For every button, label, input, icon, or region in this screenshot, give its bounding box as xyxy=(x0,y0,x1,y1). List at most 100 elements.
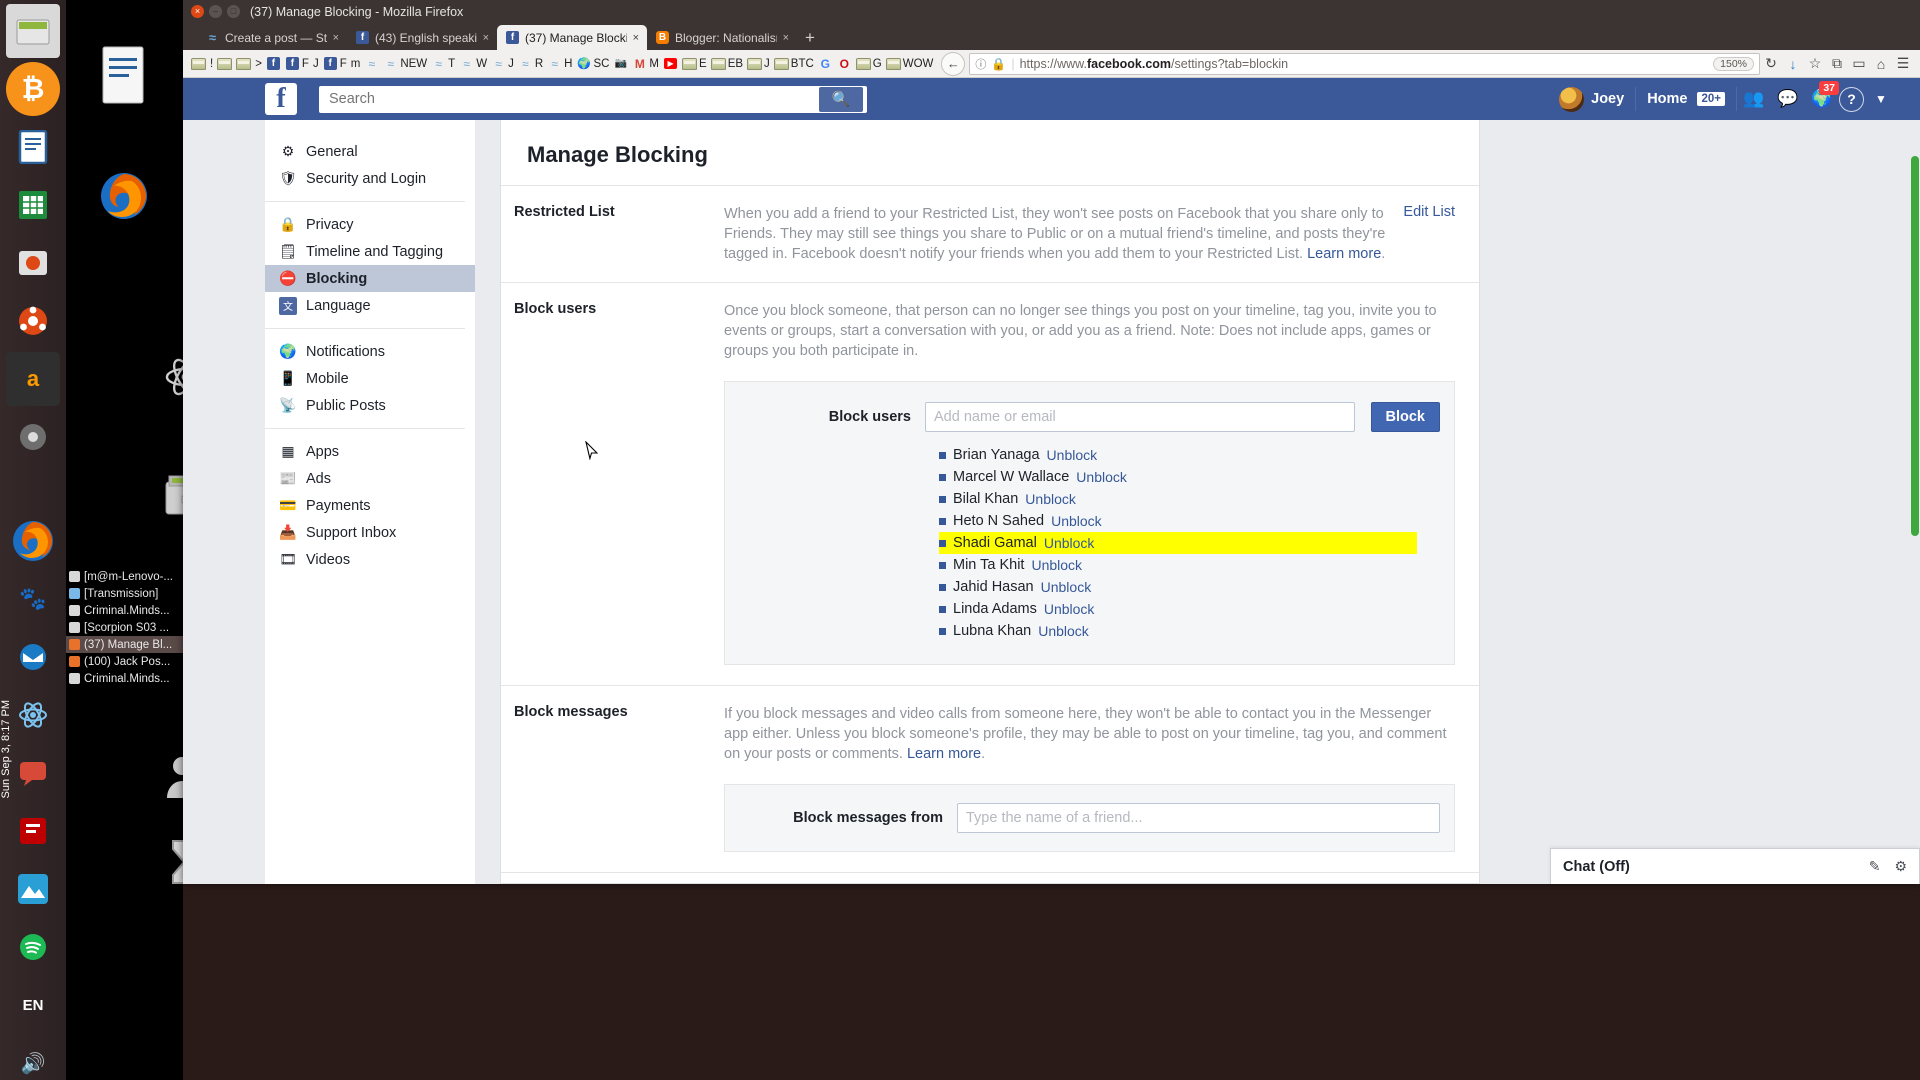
bookmark-18[interactable]: 📷 xyxy=(611,57,630,70)
bookmark-7[interactable]: J xyxy=(311,58,321,70)
bookmark-11[interactable]: ≈ NEW xyxy=(381,57,429,71)
bookmark-28[interactable]: WOW xyxy=(884,57,936,70)
bookmark-5[interactable]: f xyxy=(264,57,283,70)
url-bar[interactable]: ⓘ 🔒 | https://www.facebook.com/settings?… xyxy=(969,52,1760,75)
sidebar-item-language[interactable]: 文 Language xyxy=(265,292,475,319)
bookmark-star-icon[interactable]: ☆ xyxy=(1804,53,1826,75)
bookmark-6[interactable]: fF xyxy=(283,57,311,70)
unblock-link[interactable]: Unblock xyxy=(1047,447,1098,463)
launcher-item-ubuntu-icon[interactable] xyxy=(6,294,60,348)
back-button[interactable]: ← xyxy=(941,51,966,76)
taskbar-item-0[interactable]: [m@m-Lenovo-... xyxy=(66,568,183,585)
bookmark-and-nav-bar[interactable]: ! > f f F Jf Fm ≈ ≈ NEW ≈ T ≈ W ≈ J ≈ R ≈ H 🌍 SC 📷 M M ▶ E EB J BTC G O… xyxy=(183,50,1920,78)
bookmark-1[interactable]: ! xyxy=(208,58,215,70)
save-to-pocket-icon[interactable]: ⧉ xyxy=(1826,53,1848,75)
friend-requests-icon[interactable]: 👥 xyxy=(1737,86,1771,113)
tab-1[interactable]: f (43) English speaking c × xyxy=(347,25,497,50)
downloads-button[interactable]: ↓ xyxy=(1782,53,1804,75)
bookmark-12[interactable]: ≈ T xyxy=(429,57,457,71)
settings-sidebar[interactable]: ⚙ General 🛡 Security and Login 🔒 Privacy 🗒 Time… xyxy=(265,120,475,884)
unblock-link[interactable]: Unblock xyxy=(1044,535,1095,551)
bookmark-14[interactable]: ≈ J xyxy=(489,57,516,71)
tab-close-icon[interactable]: × xyxy=(783,32,789,44)
taskbar-item-6[interactable]: Criminal.Minds... xyxy=(66,670,183,687)
home-link[interactable]: Home 20+ xyxy=(1636,91,1736,107)
gear-icon[interactable]: ⚙ xyxy=(1894,858,1907,875)
tab-close-icon[interactable]: × xyxy=(483,32,489,44)
learn-more-link[interactable]: Learn more xyxy=(907,746,981,762)
sidebar-item-payments[interactable]: 💳 Payments xyxy=(265,492,475,519)
launcher-item-volume-icon[interactable]: 🔊 xyxy=(6,1036,60,1080)
url-text[interactable]: https://www.facebook.com/settings?tab=bl… xyxy=(1020,57,1289,71)
launcher-item-libreoffice-writer-icon[interactable] xyxy=(6,120,60,174)
search-icon[interactable]: 🔍 xyxy=(819,86,863,112)
unblock-link[interactable]: Unblock xyxy=(1051,513,1102,529)
profile-link[interactable]: Joey xyxy=(1548,86,1635,112)
launcher-item-spotify-icon[interactable] xyxy=(6,920,60,974)
edit-list-link[interactable]: Edit List xyxy=(1403,204,1455,264)
window-minimize-button[interactable]: – xyxy=(209,5,222,18)
blocked-users-list[interactable]: Brian Yanaga Unblock Marcel W Wallace Unblo… xyxy=(939,444,1454,642)
launcher-item-files-icon[interactable] xyxy=(6,4,60,58)
sidebar-item-general[interactable]: ⚙ General xyxy=(265,138,475,165)
sidebar-item-ads[interactable]: 📰 Ads xyxy=(265,465,475,492)
chevron-down-icon[interactable]: ▼ xyxy=(1864,86,1898,113)
bookmark-17[interactable]: 🌍 SC xyxy=(574,57,611,71)
reload-button[interactable]: ↻ xyxy=(1760,53,1782,75)
taskbar-item-5[interactable]: (100) Jack Pos... xyxy=(66,653,183,670)
block-button[interactable]: Block xyxy=(1370,402,1440,432)
bookmark-9[interactable]: m xyxy=(349,58,363,70)
launcher-item-mountains-icon[interactable] xyxy=(6,862,60,916)
sidebar-item-support-inbox[interactable]: 📥 Support Inbox xyxy=(265,519,475,546)
header-right-nav[interactable]: Joey Home 20+ 👥 💬 🌍 37 ? ▼ xyxy=(1548,80,1920,113)
new-tab-button[interactable]: + xyxy=(797,28,825,50)
page-info-icon[interactable]: ⓘ xyxy=(975,56,986,72)
unblock-link[interactable]: Unblock xyxy=(1041,579,1092,595)
learn-more-link[interactable]: Learn more xyxy=(1307,246,1381,262)
launcher-item-settings-icon[interactable] xyxy=(6,410,60,464)
avatar[interactable] xyxy=(1559,86,1585,112)
chat-bar[interactable]: Chat (Off) ✎ ⚙ xyxy=(1550,848,1920,884)
tab-3[interactable]: B Blogger: Nationalism × xyxy=(647,25,797,50)
taskbar-window-list[interactable]: [m@m-Lenovo-... [Transmission] Criminal.Mi… xyxy=(66,568,183,687)
page-scrollbar[interactable] xyxy=(1909,78,1920,884)
search-input[interactable] xyxy=(329,91,819,107)
bookmark-25[interactable]: G xyxy=(816,57,835,71)
tab-2[interactable]: f (37) Manage Blocking × xyxy=(497,25,647,50)
launcher-item-filezilla-icon[interactable] xyxy=(6,804,60,858)
launcher-item-amazon-icon[interactable]: a xyxy=(6,352,60,406)
tab-close-icon[interactable]: × xyxy=(633,32,639,44)
sidebar-item-public-posts[interactable]: 📡 Public Posts xyxy=(265,392,475,419)
library-icon[interactable]: ▭ xyxy=(1848,53,1870,75)
bookmark-21[interactable]: E xyxy=(680,57,709,70)
compose-icon[interactable]: ✎ xyxy=(1869,858,1881,875)
messenger-icon[interactable]: 💬 xyxy=(1771,86,1805,113)
menu-button[interactable]: ☰ xyxy=(1892,53,1914,75)
launcher-item-keyboard-layout-icon[interactable]: EN xyxy=(6,978,60,1032)
home-button[interactable]: ⌂ xyxy=(1870,53,1892,75)
help-icon[interactable]: ? xyxy=(1839,86,1864,112)
bookmark-4[interactable]: > xyxy=(253,58,264,70)
bookmarks-toolbar[interactable]: ! > f f F Jf Fm ≈ ≈ NEW ≈ T ≈ W ≈ J ≈ R ≈ H 🌍 SC 📷 M M ▶ E EB J BTC G O… xyxy=(189,57,936,71)
writer-doc-icon[interactable] xyxy=(100,46,146,109)
tab-strip[interactable]: ≈ Create a post — Steem × f (43) English spe… xyxy=(183,23,1920,50)
window-controls[interactable]: × – □ xyxy=(191,5,240,18)
block-users-input[interactable]: Add name or email xyxy=(925,402,1355,432)
tab-0[interactable]: ≈ Create a post — Steem × xyxy=(197,25,347,50)
launcher-item-firefox-icon[interactable] xyxy=(6,514,60,568)
bookmark-2[interactable] xyxy=(215,57,234,70)
bookmark-19[interactable]: MM xyxy=(630,57,661,71)
sidebar-item-timeline-and-tagging[interactable]: 🗒 Timeline and Tagging xyxy=(265,238,475,265)
facebook-logo[interactable]: f xyxy=(265,83,297,115)
bookmark-26[interactable]: O xyxy=(835,57,854,71)
unblock-link[interactable]: Unblock xyxy=(1044,601,1095,617)
launcher-item-thunderbird-icon[interactable] xyxy=(6,630,60,684)
unity-launcher[interactable]: ₿ a 🐾 EN 🔊 xyxy=(0,0,66,1080)
unblock-link[interactable]: Unblock xyxy=(1038,623,1089,639)
launcher-item-bitcoin-icon[interactable]: ₿ xyxy=(6,62,60,116)
tab-close-icon[interactable]: × xyxy=(333,32,339,44)
sidebar-item-security-and-login[interactable]: 🛡 Security and Login xyxy=(265,165,475,192)
block-messages-input[interactable]: Type the name of a friend... xyxy=(957,803,1440,833)
taskbar-item-4[interactable]: (37) Manage Bl... xyxy=(66,636,183,653)
zoom-level-button[interactable]: 150% xyxy=(1713,56,1754,71)
